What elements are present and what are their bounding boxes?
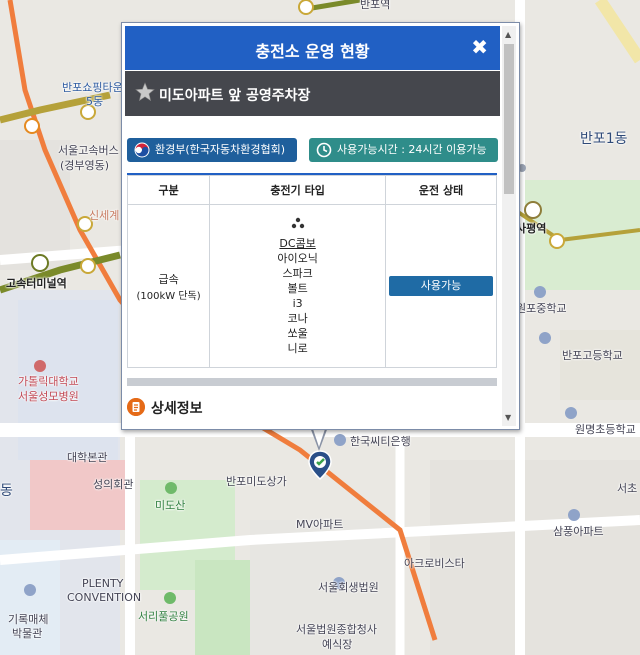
scroll-down-icon[interactable]: ▼ xyxy=(505,413,511,422)
map-label-seongui: 성의회관 xyxy=(93,478,134,491)
hours-label: 사용가능시간 : 24시간 이용가능 xyxy=(337,143,487,156)
map-label-dong: 동 xyxy=(0,483,13,499)
map-label-st-mary: 서울성모병원 xyxy=(18,390,79,403)
map-label-seorae-park: 서리풀공원 xyxy=(138,610,189,623)
document-icon xyxy=(127,398,145,416)
map-label-sinsegye: 신세계 xyxy=(89,209,120,222)
map-label-arts-center: 예식장 xyxy=(322,638,353,651)
scroll-up-icon[interactable]: ▲ xyxy=(505,30,511,39)
map-label-gyeongbu: (경부영동) xyxy=(60,159,110,172)
map-label-wonmyeong: 원명초등학교 xyxy=(575,423,636,436)
map-label-acro-vista: 아크로비스타 xyxy=(404,557,465,570)
section-divider xyxy=(127,378,497,386)
table-row: 급속 (100kW 단독) DC콤보 아이오닉 스파크 볼트 i3 코나 쏘울 … xyxy=(126,204,497,368)
station-name: 미도아파트 앞 공영주차장 xyxy=(159,88,311,104)
col-header-type: 구분 xyxy=(126,175,211,205)
map-label-sapyeong: 사평역 xyxy=(516,222,547,235)
status-cell: 사용가능 xyxy=(385,204,497,368)
map-label-dong5: 5동 xyxy=(86,95,104,108)
charger-table: 구분 충전기 타입 운전 상태 급속 (100kW 단독) DC콤보 아이오닉 … xyxy=(126,175,497,368)
star-icon xyxy=(135,82,155,102)
map-label-museum: 박물관 xyxy=(12,627,43,640)
charger-type-item: 볼트 xyxy=(287,282,308,295)
clock-icon xyxy=(316,142,332,158)
charger-info-popup: 충전소 운영 현황 ✖ 미도아파트 앞 공영주차장 환경부(한국자동차환경협회)… xyxy=(121,22,520,430)
taegeuk-icon xyxy=(134,142,150,158)
popup-title: 충전소 운영 현황 xyxy=(255,42,370,61)
charger-type-item: i3 xyxy=(292,297,303,310)
operator-badge: 환경부(한국자동차환경협회) xyxy=(127,138,297,162)
charger-type-item: 코나 xyxy=(287,312,308,325)
map-label-catholic-univ: 가톨릭대학교 xyxy=(18,375,79,388)
charger-type-item: DC콤보 xyxy=(279,237,316,250)
col-header-status: 운전 상태 xyxy=(385,175,497,205)
operator-label: 환경부(한국자동차환경협회) xyxy=(155,143,286,156)
map-label-banpo1: 반포1동 xyxy=(580,131,628,147)
map-label-seoul-court2: 서울법원종합청사 xyxy=(296,623,377,636)
status-available-button[interactable]: 사용가능 xyxy=(389,276,494,296)
charger-types-cell: DC콤보 아이오닉 스파크 볼트 i3 코나 쏘울 니로 xyxy=(209,204,387,368)
map-label-mv-apt: MV아파트 xyxy=(296,518,344,531)
charger-type-item: 아이오닉 xyxy=(277,252,318,265)
map-label-seoul-terminal: 서울고속버스 xyxy=(58,144,119,157)
table-header-row: 구분 충전기 타입 운전 상태 xyxy=(126,175,497,205)
map-label-daehak: 대학본관 xyxy=(67,451,108,464)
map-label-seocho: 서초 xyxy=(617,482,638,495)
speed-label: 급속 xyxy=(158,272,179,286)
speed-detail: (100kW 단독) xyxy=(136,290,201,302)
hours-badge: 사용가능시간 : 24시간 이용가능 xyxy=(309,138,498,162)
combo-plug-icon xyxy=(291,217,304,229)
station-name-bar: 미도아파트 앞 공영주차장 xyxy=(125,71,500,116)
map-label-convention: CONVENTION xyxy=(67,591,142,604)
map-label-seoul-court: 서울회생법원 xyxy=(318,581,379,594)
map-label-banpo-mid: 원포중학교 xyxy=(516,302,567,315)
detail-label: 상세정보 xyxy=(151,401,203,417)
map-label-banpo-high: 반포고등학교 xyxy=(562,349,623,362)
close-icon[interactable]: ✖ xyxy=(471,35,488,59)
map-label-banpo-top: 반포역 xyxy=(360,0,391,11)
col-header-charger-type: 충전기 타입 xyxy=(209,175,387,205)
map-label-sampung: 삼풍아파트 xyxy=(553,525,604,538)
map-label-express-terminal: 고속터미널역 xyxy=(6,277,67,290)
map-label-midosan: 미도산 xyxy=(155,499,186,512)
map-label-citibank: 한국씨티은행 xyxy=(350,435,411,448)
map-label-banpo-mido-mall: 반포미도상가 xyxy=(226,475,287,488)
scrollbar-thumb[interactable] xyxy=(504,44,514,194)
charger-type-item: 쏘울 xyxy=(287,327,308,340)
map-label-plenty: PLENTY xyxy=(82,577,124,590)
charger-marker-icon[interactable] xyxy=(308,450,332,480)
popup-title-bar: 충전소 운영 현황 ✖ xyxy=(125,26,500,70)
speed-cell: 급속 (100kW 단독) xyxy=(126,204,211,368)
popup-scrollbar[interactable]: ▲ ▼ xyxy=(502,26,516,426)
charger-type-item: 스파크 xyxy=(282,267,313,280)
charger-type-item: 니로 xyxy=(287,342,308,355)
